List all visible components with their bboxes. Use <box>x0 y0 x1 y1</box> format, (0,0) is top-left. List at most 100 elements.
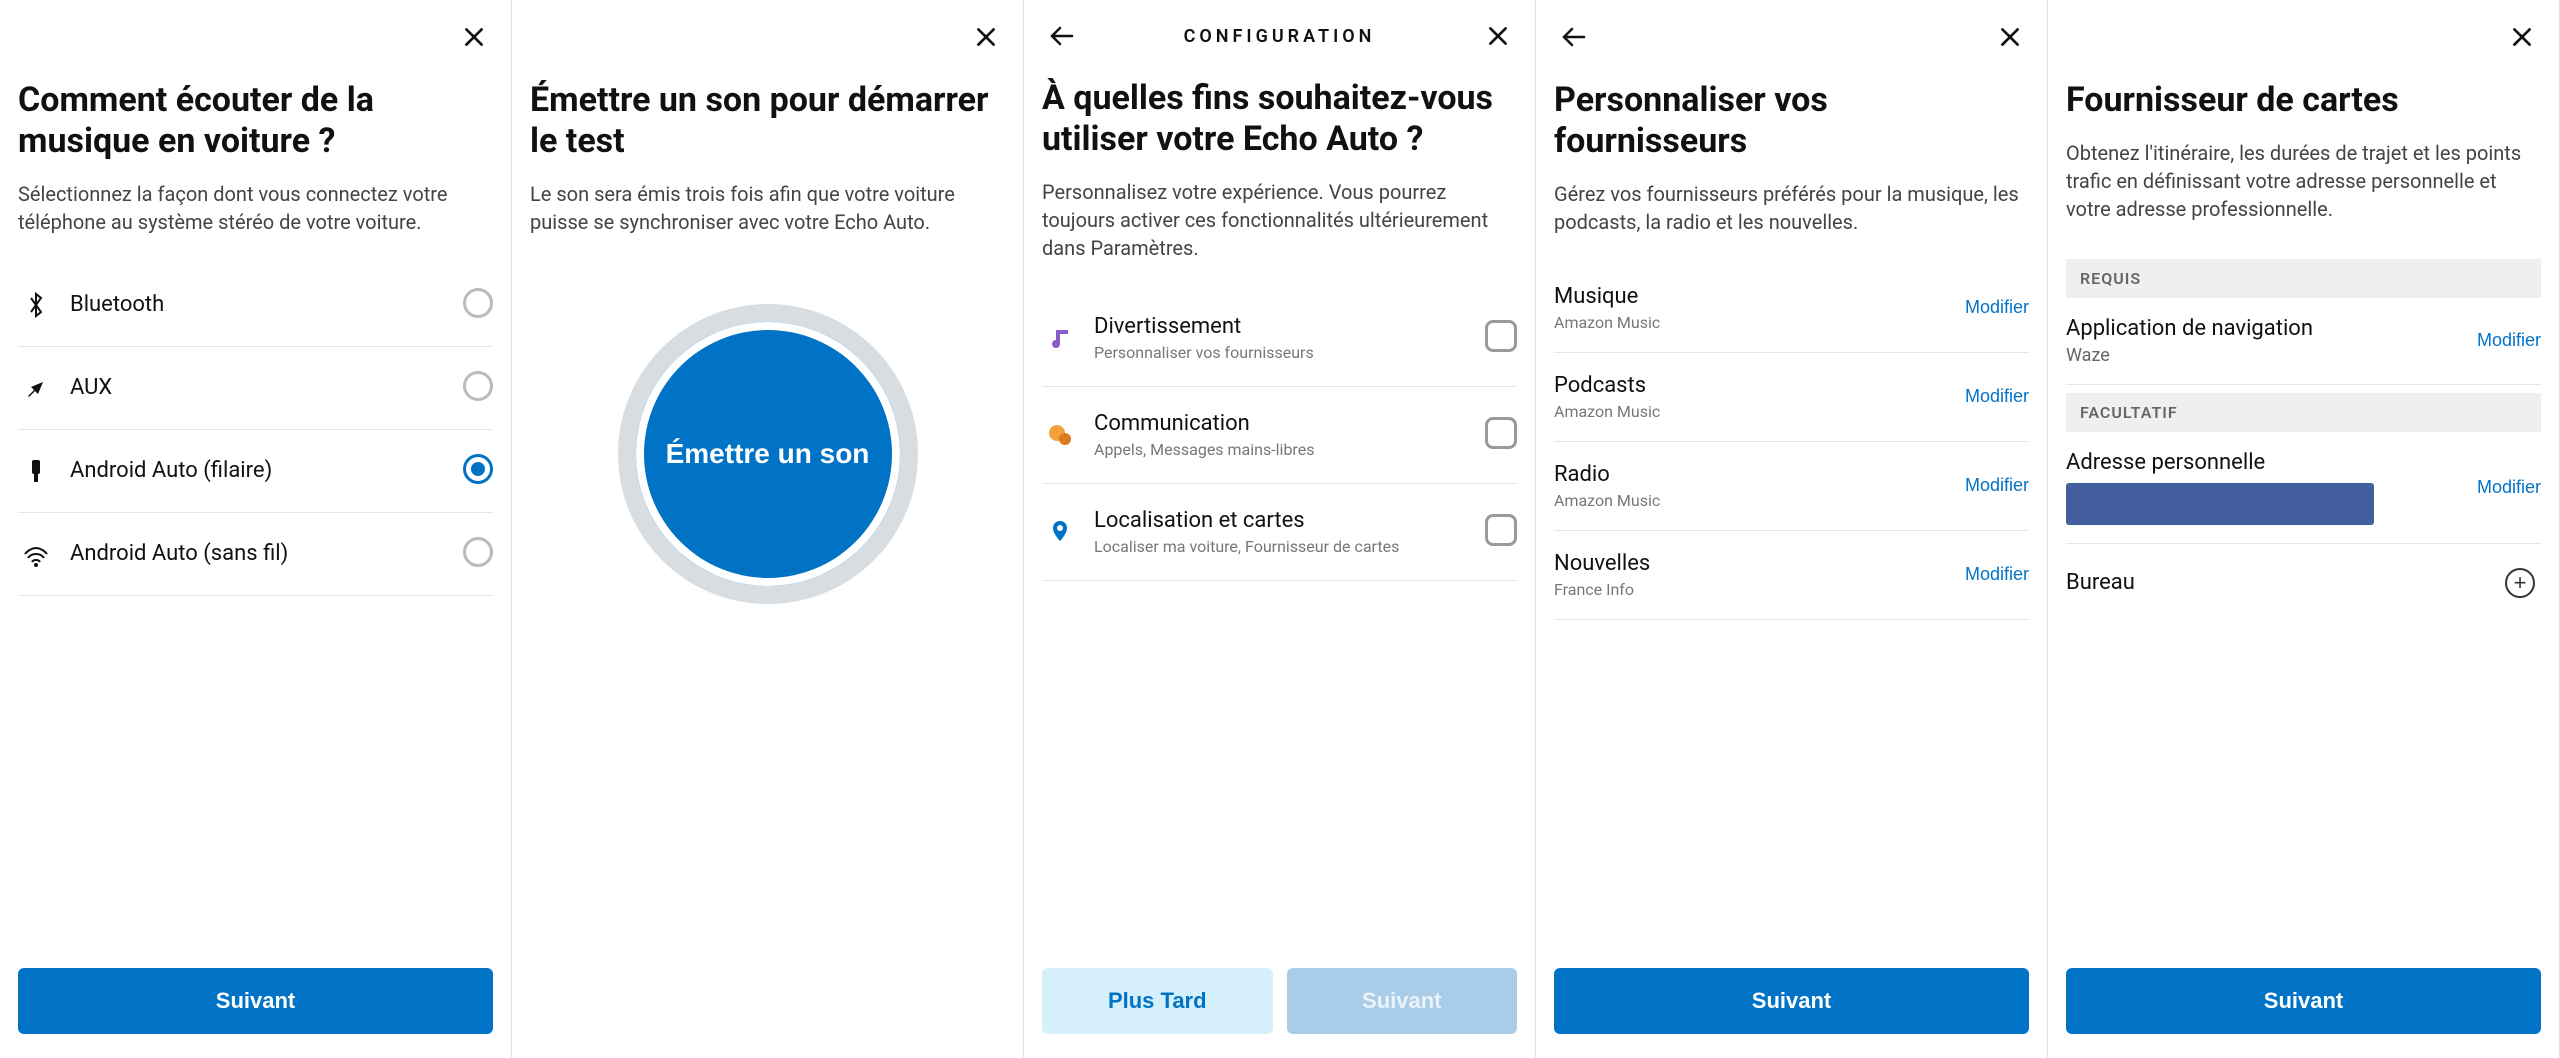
home-address-value-redacted <box>2066 483 2374 525</box>
emit-sound-button[interactable]: Émettre un son <box>618 304 918 604</box>
option-aux[interactable]: AUX <box>18 347 493 430</box>
panel-purpose: CONFIGURATION À quelles fins souhaitez-v… <box>1024 0 1536 1058</box>
checkbox[interactable] <box>1485 514 1517 546</box>
provider-title: Radio <box>1554 462 1660 487</box>
nav-app-value: Waze <box>2066 345 2313 366</box>
option-bluetooth[interactable]: Bluetooth <box>18 264 493 347</box>
close-icon <box>2509 24 2535 50</box>
nav-app-title: Application de navigation <box>2066 316 2313 341</box>
item-title: Divertissement <box>1094 314 1473 339</box>
provider-value: Amazon Music <box>1554 313 1660 332</box>
edit-link[interactable]: Modifier <box>1965 386 2029 407</box>
next-button[interactable]: Suivant <box>2066 968 2541 1034</box>
close-icon <box>461 24 487 50</box>
checkbox[interactable] <box>1485 320 1517 352</box>
panel-listen-choice: Comment écouter de la musique en voiture… <box>0 0 512 1058</box>
back-button[interactable] <box>1554 19 1594 55</box>
close-button[interactable] <box>967 18 1005 56</box>
edit-link[interactable]: Modifier <box>1965 297 2029 318</box>
bluetooth-icon <box>18 290 54 320</box>
close-icon <box>973 24 999 50</box>
close-button[interactable] <box>1991 18 2029 56</box>
chat-bubbles-icon <box>1042 421 1078 449</box>
nav-app-row: Application de navigation Waze Modifier <box>2066 298 2541 385</box>
purpose-location[interactable]: Localisation et cartes Localiser ma voit… <box>1042 484 1517 581</box>
edit-link[interactable]: Modifier <box>1965 564 2029 585</box>
topbar <box>2066 18 2541 56</box>
add-office-button[interactable]: + <box>2499 562 2541 604</box>
music-note-icon <box>1042 324 1078 352</box>
page-title: Fournisseur de cartes <box>2066 80 2541 121</box>
close-button[interactable] <box>455 18 493 56</box>
android-auto-wireless-icon <box>18 539 54 569</box>
item-sub: Appels, Messages mains-libres <box>1094 440 1473 459</box>
location-pin-icon <box>1042 518 1078 546</box>
back-arrow-icon <box>1048 24 1076 48</box>
close-button[interactable] <box>1479 17 1517 55</box>
provider-list: Musique Amazon Music Modifier Podcasts A… <box>1554 264 2029 620</box>
page-title: Émettre un son pour démarrer le test <box>530 80 1005 162</box>
radio-unselected[interactable] <box>463 288 493 318</box>
plus-icon: + <box>2505 568 2535 598</box>
back-button[interactable] <box>1042 18 1082 54</box>
provider-value: Amazon Music <box>1554 491 1660 510</box>
later-button[interactable]: Plus Tard <box>1042 968 1273 1034</box>
panel-providers: Personnaliser vos fournisseurs Gérez vos… <box>1536 0 2048 1058</box>
item-sub: Localiser ma voiture, Fournisseur de car… <box>1094 537 1473 556</box>
radio-selected[interactable] <box>463 454 493 484</box>
edit-link[interactable]: Modifier <box>1965 475 2029 496</box>
provider-news: Nouvelles France Info Modifier <box>1554 531 2029 620</box>
option-android-auto-wired[interactable]: Android Auto (filaire) <box>18 430 493 513</box>
page-subtitle: Personnalisez votre expérience. Vous pou… <box>1042 178 1517 262</box>
next-button[interactable]: Suivant <box>1554 968 2029 1034</box>
home-title: Adresse personnelle <box>2066 450 2461 475</box>
provider-podcasts: Podcasts Amazon Music Modifier <box>1554 353 2029 442</box>
android-auto-wired-icon <box>18 456 54 486</box>
close-icon <box>1997 24 2023 50</box>
page-title: À quelles fins souhaitez-vous utiliser v… <box>1042 78 1517 160</box>
checkbox[interactable] <box>1485 417 1517 449</box>
next-button-disabled: Suivant <box>1287 968 1518 1034</box>
item-sub: Personnaliser vos fournisseurs <box>1094 343 1473 362</box>
connection-options-list: Bluetooth AUX Android Auto (filaire) And… <box>18 264 493 596</box>
next-button[interactable]: Suivant <box>18 968 493 1034</box>
option-android-auto-wireless[interactable]: Android Auto (sans fil) <box>18 513 493 596</box>
item-title: Localisation et cartes <box>1094 508 1473 533</box>
page-subtitle: Le son sera émis trois fois afin que vot… <box>530 180 1005 236</box>
radio-unselected[interactable] <box>463 537 493 567</box>
header-label: CONFIGURATION <box>1184 26 1376 47</box>
edit-link[interactable]: Modifier <box>2477 477 2541 498</box>
office-row: Bureau + <box>2066 544 2541 622</box>
panel-maps-provider: Fournisseur de cartes Obtenez l'itinérai… <box>2048 0 2560 1058</box>
section-required: REQUIS <box>2066 259 2541 298</box>
provider-value: France Info <box>1554 580 1650 599</box>
edit-link[interactable]: Modifier <box>2477 330 2541 351</box>
radio-unselected[interactable] <box>463 371 493 401</box>
topbar: CONFIGURATION <box>1042 18 1517 54</box>
home-address-row: Adresse personnelle Modifier <box>2066 432 2541 544</box>
close-icon <box>1485 23 1511 49</box>
option-label: Android Auto (filaire) <box>70 458 451 483</box>
purpose-entertainment[interactable]: Divertissement Personnaliser vos fournis… <box>1042 290 1517 387</box>
option-label: Bluetooth <box>70 292 451 317</box>
aux-icon <box>18 373 54 403</box>
section-optional: FACULTATIF <box>2066 393 2541 432</box>
page-subtitle: Gérez vos fournisseurs préférés pour la … <box>1554 180 2029 236</box>
page-subtitle: Obtenez l'itinéraire, les durées de traj… <box>2066 139 2541 223</box>
topbar <box>18 18 493 56</box>
item-title: Communication <box>1094 411 1473 436</box>
close-button[interactable] <box>2503 18 2541 56</box>
back-arrow-icon <box>1560 25 1588 49</box>
provider-title: Musique <box>1554 284 1660 309</box>
provider-music: Musique Amazon Music Modifier <box>1554 264 2029 353</box>
topbar <box>1554 18 2029 56</box>
page-subtitle: Sélectionnez la façon dont vous connecte… <box>18 180 493 236</box>
option-label: Android Auto (sans fil) <box>70 541 451 566</box>
purpose-communication[interactable]: Communication Appels, Messages mains-lib… <box>1042 387 1517 484</box>
page-title: Comment écouter de la musique en voiture… <box>18 80 493 162</box>
provider-title: Podcasts <box>1554 373 1660 398</box>
purpose-list: Divertissement Personnaliser vos fournis… <box>1042 290 1517 581</box>
panel-emit-sound: Émettre un son pour démarrer le test Le … <box>512 0 1024 1058</box>
page-title: Personnaliser vos fournisseurs <box>1554 80 2029 162</box>
option-label: AUX <box>70 375 451 400</box>
